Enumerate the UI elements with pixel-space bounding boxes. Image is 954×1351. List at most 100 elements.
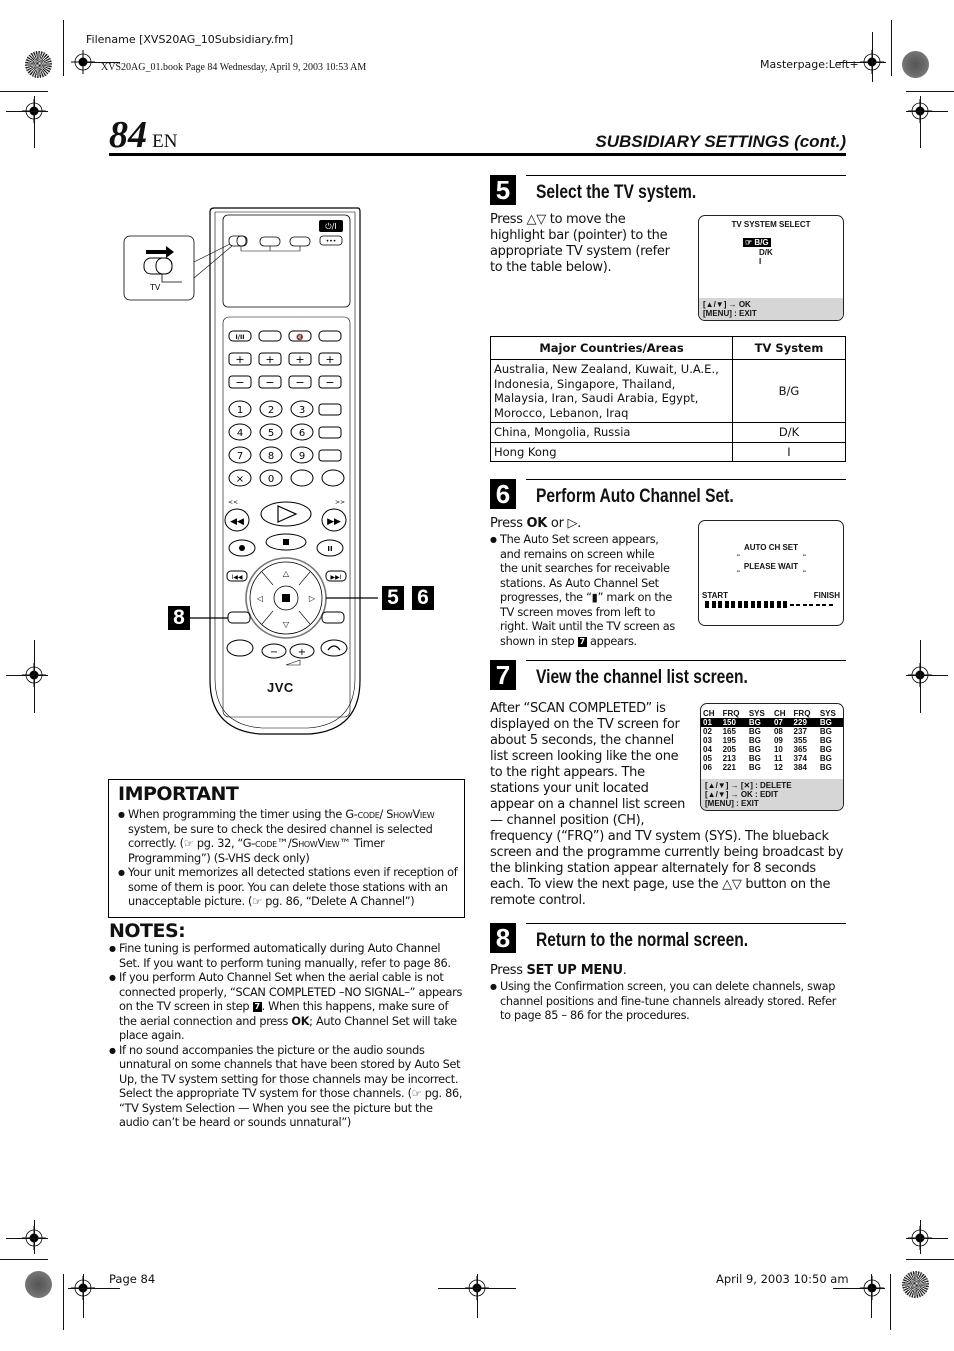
step-7-text-full: frequency (“FRQ”) and TV system (SYS). T… bbox=[490, 829, 844, 908]
channel-cell: BG bbox=[748, 736, 761, 745]
countries-cell: China, Mongolia, Russia bbox=[490, 422, 733, 443]
remote-brand-logo: JVC bbox=[267, 680, 294, 695]
channel-cell: 213 bbox=[722, 754, 736, 763]
number-key-label: 1 bbox=[237, 405, 243, 416]
screen-footer: [▲/▼] → [✕] : DELETE [▲/▼] → OK : EDIT [… bbox=[701, 779, 843, 810]
step-8-bullets: Using the Confirmation screen, you can d… bbox=[490, 980, 846, 1024]
channel-cell: BG bbox=[819, 727, 832, 736]
channel-list-header: SYS bbox=[748, 709, 765, 718]
progress-segment-filled bbox=[705, 601, 709, 608]
remote-control-illustration: ⏻/I ••• I/II 🔇 + − + − + − + − 1 2 3 4 5 6 7 8 9 0 × ◀◀ ▶… bbox=[110, 200, 470, 740]
progress-bar bbox=[705, 601, 835, 608]
language-label: EN bbox=[152, 131, 178, 152]
channel-cell: BG bbox=[819, 745, 832, 754]
progress-segment-filled bbox=[737, 601, 742, 608]
step-6-bullet: The Auto Set screen appears, and remains… bbox=[490, 533, 675, 649]
step-ref-icon: 7 bbox=[252, 1002, 262, 1012]
step-7-badge: 7 bbox=[490, 660, 516, 690]
channel-cell: 11 bbox=[773, 754, 783, 763]
pointer-icon: ☞ bbox=[745, 238, 753, 247]
channel-cell: BG bbox=[748, 727, 761, 736]
channel-cell: 229 bbox=[791, 718, 818, 727]
tv-system-option-selected: ☞ B/G bbox=[743, 238, 771, 247]
tv-system-select-screen: TV SYSTEM SELECT ☞ B/G D/K I [▲/▼] → OK … bbox=[698, 215, 844, 321]
note-item: If no sound accompanies the picture or t… bbox=[109, 1044, 464, 1131]
step-6-bullets: The Auto Set screen appears, and remains… bbox=[490, 533, 675, 649]
progress-segment-empty bbox=[802, 604, 807, 606]
channel-cell: BG bbox=[748, 754, 761, 763]
screen-line-1: AUTO CH SET bbox=[743, 543, 799, 552]
step-8-rule bbox=[526, 923, 846, 924]
finish-label: FINISH bbox=[813, 591, 840, 600]
channel-cell: 165 bbox=[722, 727, 736, 736]
svg-text:−: − bbox=[270, 647, 278, 658]
plus-icon: + bbox=[265, 353, 274, 366]
progress-segment-filled bbox=[750, 601, 755, 608]
channel-cell: 374 bbox=[793, 754, 807, 763]
channel-cell: BG bbox=[819, 754, 832, 763]
minus-icon: − bbox=[235, 376, 244, 389]
channel-row: 02 165 BG 08 237 BG bbox=[701, 727, 843, 736]
channel-row: 04 205 BG 10 365 BG bbox=[701, 745, 843, 754]
start-label: START bbox=[702, 591, 729, 600]
registration-disc-icon bbox=[25, 1271, 52, 1298]
channel-cell: BG bbox=[817, 718, 843, 727]
setup-menu-key-label: SET UP MENU bbox=[526, 963, 624, 978]
channel-cell: 01 bbox=[701, 718, 721, 727]
callout-step-6: 6 bbox=[412, 586, 434, 610]
channel-list-header: FRQ bbox=[722, 709, 740, 718]
channel-cell: 150 bbox=[720, 718, 747, 727]
channel-cell: 221 bbox=[722, 763, 736, 772]
number-key-label: 6 bbox=[299, 428, 305, 439]
progress-segment-filled bbox=[724, 601, 729, 608]
progress-segment-empty bbox=[789, 604, 794, 606]
channel-cell: BG bbox=[746, 718, 772, 727]
table-header: Major Countries/Areas bbox=[490, 336, 733, 360]
progress-segment-empty bbox=[828, 604, 833, 606]
table-header: TV System bbox=[732, 336, 846, 360]
step-7-text-wrapped: After “SCAN COMPLETED” is displayed on t… bbox=[490, 701, 686, 828]
svg-text:◁: ◁ bbox=[256, 594, 263, 603]
svg-text:I/II: I/II bbox=[236, 334, 245, 341]
number-key-label: 9 bbox=[299, 451, 305, 462]
book-info-label: XVS20AG_01.book Page 84 Wednesday, April… bbox=[101, 62, 367, 73]
note-item: If you perform Auto Channel Set when the… bbox=[109, 971, 464, 1044]
channel-cell: 10 bbox=[773, 745, 783, 754]
minus-icon: − bbox=[325, 376, 334, 389]
progress-segment-filled bbox=[718, 601, 722, 608]
notes-list: Fine tuning is performed automatically d… bbox=[109, 942, 464, 1131]
svg-text:△: △ bbox=[283, 569, 290, 578]
channel-cell: 07 bbox=[771, 718, 792, 727]
channel-list-table: CH FRQ SYS CH FRQ SYS 01 150 BG 07 229 BG 02 165 BG 08… bbox=[701, 709, 843, 772]
svg-text:◀◀: ◀◀ bbox=[230, 517, 244, 527]
channel-cell: 02 bbox=[703, 727, 712, 736]
channel-cell: 06 bbox=[703, 763, 712, 772]
number-key-label: 0 bbox=[268, 474, 274, 485]
table-row: Australia, New Zealand, Kuwait, U.A.E., … bbox=[490, 359, 846, 423]
step-6-rule bbox=[526, 479, 846, 480]
channel-cell: 205 bbox=[722, 745, 736, 754]
channel-row: 03 195 BG 09 355 BG bbox=[701, 736, 843, 745]
tv-system-cell: I bbox=[732, 441, 846, 462]
plus-icon: + bbox=[295, 353, 304, 366]
channel-row: 06 221 BG 12 384 BG bbox=[701, 763, 843, 772]
channel-row: 05 213 BG 11 374 BG bbox=[701, 754, 843, 763]
screen-title: TV SYSTEM SELECT bbox=[731, 220, 811, 229]
minus-icon: − bbox=[265, 376, 274, 389]
channel-cell: 355 bbox=[793, 736, 807, 745]
channel-cell: 08 bbox=[773, 727, 783, 736]
step-6-badge: 6 bbox=[490, 479, 516, 509]
step-5-title: Select the TV system. bbox=[536, 182, 697, 203]
progress-segment-filled bbox=[731, 601, 735, 608]
channel-cell: BG bbox=[748, 763, 761, 772]
svg-text:•••: ••• bbox=[326, 238, 337, 245]
important-box: IMPORTANT When programming the timer usi… bbox=[108, 779, 465, 918]
svg-text:▶▶: ▶▶ bbox=[327, 517, 341, 527]
svg-text:▶▶I: ▶▶I bbox=[331, 574, 342, 581]
svg-text:🔇: 🔇 bbox=[296, 333, 304, 341]
channel-list-header: FRQ bbox=[793, 709, 811, 718]
channel-list-header: SYS bbox=[819, 709, 836, 718]
tv-system-cell: D/K bbox=[732, 422, 846, 443]
channel-cell: 365 bbox=[793, 745, 807, 754]
channel-cell: 05 bbox=[703, 754, 712, 763]
